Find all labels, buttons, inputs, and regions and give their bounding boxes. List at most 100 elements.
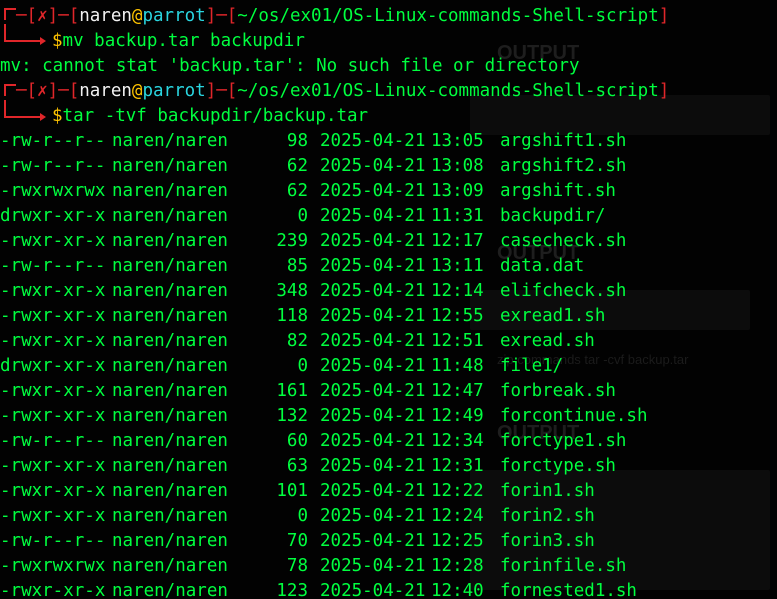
- list-own-cell: naren/naren: [112, 131, 228, 151]
- command-line[interactable]: $tar -tvf backupdir/backup.tar: [52, 104, 368, 129]
- list-perm-cell: -rwxr-xr-x: [0, 406, 106, 426]
- list-size-cell: 82: [286, 331, 308, 351]
- list-perm-cell: -rwxrwxrwx: [0, 556, 106, 576]
- list-own-cell: naren/naren: [112, 306, 228, 326]
- list-date-cell: 2025-04-21: [320, 131, 426, 151]
- list-time-cell: 12:28: [431, 556, 484, 576]
- prompt-user: naren: [79, 6, 132, 26]
- list-own-cell: naren/naren: [112, 581, 228, 599]
- list-own-cell: naren/naren: [112, 231, 228, 251]
- list-perm-cell: -rwxr-xr-x: [0, 281, 106, 301]
- list-time-cell: 13:09: [431, 181, 484, 201]
- list-name-cell: elifcheck.sh: [500, 281, 627, 301]
- list-date-cell: 2025-04-21: [320, 331, 426, 351]
- prompt-frame-top: [4, 8, 16, 20]
- list-time-cell: 12:31: [431, 456, 484, 476]
- list-perm-cell: -rw-r--r--: [0, 431, 106, 451]
- list-own-cell: naren/naren: [112, 531, 228, 551]
- list-own-cell: naren/naren: [112, 406, 228, 426]
- list-date-cell: 2025-04-21: [320, 181, 426, 201]
- list-own-cell: naren/naren: [112, 156, 228, 176]
- list-name-cell: forctype.sh: [500, 456, 616, 476]
- list-item: -rw-r--r-- naren/naren 60 2025-04-21 12:34 fo…: [0, 429, 626, 454]
- list-time-cell: 13:05: [431, 131, 484, 151]
- list-time-cell: 12:51: [431, 331, 484, 351]
- list-own-cell: naren/naren: [112, 181, 228, 201]
- prompt-path: ~/os/ex01/OS-Linux-commands-Shell-script: [237, 6, 659, 26]
- list-name-cell: forbreak.sh: [500, 381, 616, 401]
- list-time-cell: 13:11: [431, 256, 484, 276]
- list-perm-cell: -rwxr-xr-x: [0, 481, 106, 501]
- list-date-cell: 2025-04-21: [320, 531, 426, 551]
- list-item: -rw-r--r-- naren/naren 98 2025-04-21 13:05 ar…: [0, 129, 626, 154]
- list-size-cell: 63: [286, 456, 308, 476]
- list-date-cell: 2025-04-21: [320, 281, 426, 301]
- prompt-dollar: $: [52, 31, 63, 51]
- list-date-cell: 2025-04-21: [320, 206, 426, 226]
- prompt-frame-top: [4, 84, 16, 96]
- list-name-cell: argshift1.sh: [500, 131, 627, 151]
- list-size-cell: 70: [286, 531, 308, 551]
- list-item: drwxr-xr-x naren/naren 0 2025-04-21 11:31 bac…: [0, 204, 605, 229]
- list-date-cell: 2025-04-21: [320, 231, 426, 251]
- list-size-cell: 118: [276, 306, 308, 326]
- error-status-icon: ✗: [37, 81, 48, 101]
- list-own-cell: naren/naren: [112, 206, 228, 226]
- list-name-cell: forctype1.sh: [500, 431, 627, 451]
- list-time-cell: 12:17: [431, 231, 484, 251]
- list-own-cell: naren/naren: [112, 381, 228, 401]
- list-name-cell: fornested1.sh: [500, 581, 637, 599]
- list-date-cell: 2025-04-21: [320, 381, 426, 401]
- list-date-cell: 2025-04-21: [320, 306, 426, 326]
- list-name-cell: forinfile.sh: [500, 556, 627, 576]
- list-time-cell: 12:47: [431, 381, 484, 401]
- prompt-dollar: $: [52, 106, 63, 126]
- list-item: -rw-r--r-- naren/naren 70 2025-04-21 12:25 fo…: [0, 529, 595, 554]
- list-item: -rwxrwxrwx naren/naren 78 2025-04-21 12:28 fo…: [0, 554, 626, 579]
- list-date-cell: 2025-04-21: [320, 506, 426, 526]
- list-item: -rwxr-xr-x naren/naren 101 2025-04-21 12:22 f…: [0, 479, 595, 504]
- prompt-arrow-icon: [40, 113, 46, 121]
- error-message: mv: cannot stat 'backup.tar': No such fi…: [0, 56, 580, 76]
- list-time-cell: 12:34: [431, 431, 484, 451]
- list-size-cell: 85: [286, 256, 308, 276]
- list-size-cell: 78: [286, 556, 308, 576]
- list-item: -rwxr-xr-x naren/naren 82 2025-04-21 12:51 ex…: [0, 329, 595, 354]
- list-own-cell: naren/naren: [112, 356, 228, 376]
- list-perm-cell: -rwxr-xr-x: [0, 456, 106, 476]
- list-own-cell: naren/naren: [112, 281, 228, 301]
- list-date-cell: 2025-04-21: [320, 456, 426, 476]
- list-name-cell: forin1.sh: [500, 481, 595, 501]
- list-date-cell: 2025-04-21: [320, 581, 426, 599]
- command-line[interactable]: $mv backup.tar backupdir: [52, 29, 305, 54]
- list-name-cell: forcontinue.sh: [500, 406, 648, 426]
- list-size-cell: 132: [276, 406, 308, 426]
- error-status-icon: ✗: [37, 6, 48, 26]
- list-name-cell: argshift2.sh: [500, 156, 627, 176]
- list-size-cell: 0: [297, 506, 308, 526]
- prompt-header: ─[✗]─[naren@parrot]─[~/os/ex01/OS-Linux-…: [16, 6, 670, 26]
- list-time-cell: 12:22: [431, 481, 484, 501]
- list-item: -rwxr-xr-x naren/naren 348 2025-04-21 12:14 e…: [0, 279, 626, 304]
- list-perm-cell: -rw-r--r--: [0, 156, 106, 176]
- prompt-arrow-icon: [40, 37, 46, 45]
- list-size-cell: 62: [286, 181, 308, 201]
- list-size-cell: 0: [297, 356, 308, 376]
- list-name-cell: forin2.sh: [500, 506, 595, 526]
- list-item: -rwxr-xr-x naren/naren 63 2025-04-21 12:31 fo…: [0, 454, 616, 479]
- list-item: drwxr-xr-x naren/naren 0 2025-04-21 11:48 fil…: [0, 354, 563, 379]
- list-item: -rwxr-xr-x naren/naren 132 2025-04-21 12:49 f…: [0, 404, 648, 429]
- list-item: -rwxrwxrwx naren/naren 62 2025-04-21 13:09 ar…: [0, 179, 616, 204]
- prompt-at: @: [131, 6, 143, 26]
- list-date-cell: 2025-04-21: [320, 156, 426, 176]
- terminal-window[interactable]: OUTPUT OUTPUT OUTPUT zip commands tar -c…: [0, 0, 777, 599]
- list-own-cell: naren/naren: [112, 481, 228, 501]
- prompt-at: @: [131, 81, 143, 101]
- list-perm-cell: -rwxr-xr-x: [0, 381, 106, 401]
- list-item: -rw-r--r-- naren/naren 62 2025-04-21 13:08 ar…: [0, 154, 626, 179]
- list-name-cell: forin3.sh: [500, 531, 595, 551]
- list-own-cell: naren/naren: [112, 506, 228, 526]
- list-time-cell: 12:40: [431, 581, 484, 599]
- prompt-host: parrot: [142, 6, 206, 26]
- list-item: -rwxr-xr-x naren/naren 118 2025-04-21 12:55 e…: [0, 304, 605, 329]
